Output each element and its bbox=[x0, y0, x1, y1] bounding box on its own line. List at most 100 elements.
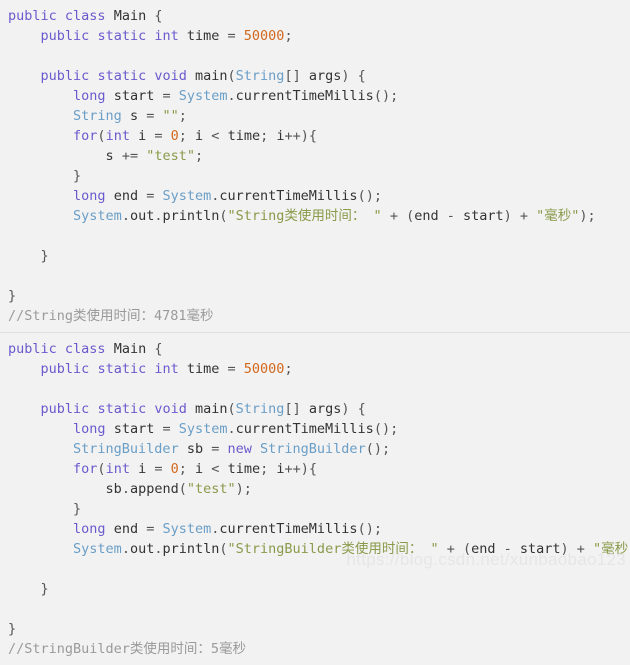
code-token-pun: = bbox=[146, 128, 171, 144]
code-token-cls: System bbox=[73, 208, 122, 224]
code-token-pun bbox=[179, 28, 187, 44]
code-token-id: currentTimeMillis bbox=[235, 88, 374, 104]
code-token-cmt: //String类使用时间：4781毫秒 bbox=[8, 308, 214, 324]
code-token-cls: System bbox=[73, 541, 122, 557]
code-token-kw: int bbox=[105, 461, 130, 477]
code-block-stringbuilder[interactable]: public class Main { public static int ti… bbox=[0, 332, 630, 665]
code-token-id: i bbox=[138, 128, 147, 144]
code-line: long end = System.currentTimeMillis(); bbox=[0, 186, 630, 206]
code-token-pun bbox=[8, 481, 106, 497]
code-token-id: Main bbox=[113, 8, 147, 24]
code-line: long start = System.currentTimeMillis(); bbox=[0, 419, 630, 439]
code-token-pun: ; bbox=[178, 461, 196, 477]
code-token-pun: } bbox=[8, 248, 49, 264]
code-token-pun: = bbox=[138, 188, 163, 204]
code-token-cmt: //StringBuilder类使用时间：5毫秒 bbox=[8, 641, 247, 657]
code-token-pun bbox=[106, 421, 114, 437]
code-block-string-concat[interactable]: public class Main { public static int ti… bbox=[0, 0, 630, 332]
code-token-id: Main bbox=[113, 341, 147, 357]
code-token-pun bbox=[122, 108, 130, 124]
code-line: long start = System.currentTimeMillis(); bbox=[0, 86, 630, 106]
code-token-id: end bbox=[113, 521, 139, 537]
code-token-id: currentTimeMillis bbox=[235, 421, 374, 437]
code-line: public class Main { bbox=[0, 339, 630, 359]
code-token-pun bbox=[57, 8, 65, 24]
code-token-str: "StringBuilder类使用时间： " bbox=[227, 541, 439, 557]
code-token-pun: } bbox=[8, 581, 49, 597]
code-token-pun bbox=[106, 188, 114, 204]
code-token-str: "" bbox=[162, 108, 179, 124]
code-token-id: end bbox=[113, 188, 139, 204]
code-token-pun bbox=[8, 208, 73, 224]
code-line: public class Main { bbox=[0, 6, 630, 26]
code-token-pun: < bbox=[203, 461, 228, 477]
code-token-str: "String类使用时间： " bbox=[227, 208, 382, 224]
code-token-pun: ( bbox=[227, 401, 236, 417]
code-token-pun: ++){ bbox=[284, 128, 317, 144]
code-token-str: "test" bbox=[186, 481, 236, 497]
code-token-pun: } bbox=[8, 621, 17, 637]
code-token-pun bbox=[106, 8, 114, 24]
code-token-id: time bbox=[227, 461, 261, 477]
code-token-pun: = bbox=[138, 521, 163, 537]
code-token-cls: StringBuilder bbox=[260, 441, 366, 457]
code-line: } bbox=[0, 166, 630, 186]
code-token-kw: new bbox=[227, 441, 252, 457]
code-token-pun: { bbox=[146, 8, 163, 24]
code-line: StringBuilder sb = new StringBuilder(); bbox=[0, 439, 630, 459]
code-token-pun bbox=[130, 461, 138, 477]
code-line: } bbox=[0, 579, 630, 599]
code-token-pun: ) + bbox=[503, 208, 537, 224]
code-token-kw: public bbox=[8, 8, 57, 24]
code-line: } bbox=[0, 246, 630, 266]
code-token-pun bbox=[8, 461, 73, 477]
code-token-kw: for bbox=[73, 461, 98, 477]
code-token-pun bbox=[106, 521, 114, 537]
code-token-pun bbox=[8, 28, 41, 44]
code-token-id: start bbox=[519, 541, 561, 557]
code-token-pun bbox=[8, 401, 41, 417]
code-token-pun: . bbox=[121, 208, 130, 224]
code-token-pun: ); bbox=[579, 208, 596, 224]
code-token-cls: System bbox=[178, 88, 228, 104]
code-line: System.out.println("StringBuilder类使用时间： … bbox=[0, 539, 630, 559]
code-token-pun: } bbox=[8, 501, 82, 517]
code-line: public static void main(String[] args) { bbox=[0, 399, 630, 419]
code-token-pun: = bbox=[138, 108, 163, 124]
code-token-pun: ( bbox=[227, 68, 236, 84]
code-token-pun: = bbox=[219, 28, 244, 44]
code-token-pun: ); bbox=[235, 481, 252, 497]
code-token-kw: void bbox=[154, 401, 187, 417]
code-token-id: currentTimeMillis bbox=[219, 521, 358, 537]
code-token-pun bbox=[187, 401, 195, 417]
code-token-pun: ; bbox=[178, 108, 187, 124]
code-token-kw: void bbox=[154, 68, 187, 84]
code-token-pun: (); bbox=[365, 441, 391, 457]
code-token-pun: ( bbox=[97, 461, 106, 477]
code-line: s += "test"; bbox=[0, 146, 630, 166]
code-token-kw: int bbox=[154, 28, 179, 44]
code-token-id: i bbox=[195, 128, 204, 144]
code-token-id: args bbox=[308, 68, 342, 84]
code-token-pun: } bbox=[8, 288, 17, 304]
code-token-pun: + ( bbox=[381, 208, 415, 224]
code-token-kw: static bbox=[97, 28, 147, 44]
code-token-pun bbox=[8, 421, 73, 437]
code-token-pun: . bbox=[227, 421, 236, 437]
code-token-kw: long bbox=[73, 421, 106, 437]
code-token-kw: int bbox=[105, 128, 130, 144]
code-token-id: append bbox=[129, 481, 179, 497]
code-token-pun: = bbox=[146, 461, 171, 477]
code-line: for(int i = 0; i < time; i++){ bbox=[0, 459, 630, 479]
code-token-kw: class bbox=[64, 8, 106, 24]
code-token-id: out bbox=[129, 208, 155, 224]
code-token-id: s bbox=[105, 148, 114, 164]
code-token-pun bbox=[252, 441, 260, 457]
code-token-pun bbox=[8, 521, 73, 537]
code-token-kw: public bbox=[8, 341, 57, 357]
code-token-num: 50000 bbox=[243, 28, 285, 44]
code-line: //StringBuilder类使用时间：5毫秒 bbox=[0, 639, 630, 659]
code-token-cls: String bbox=[73, 108, 122, 124]
